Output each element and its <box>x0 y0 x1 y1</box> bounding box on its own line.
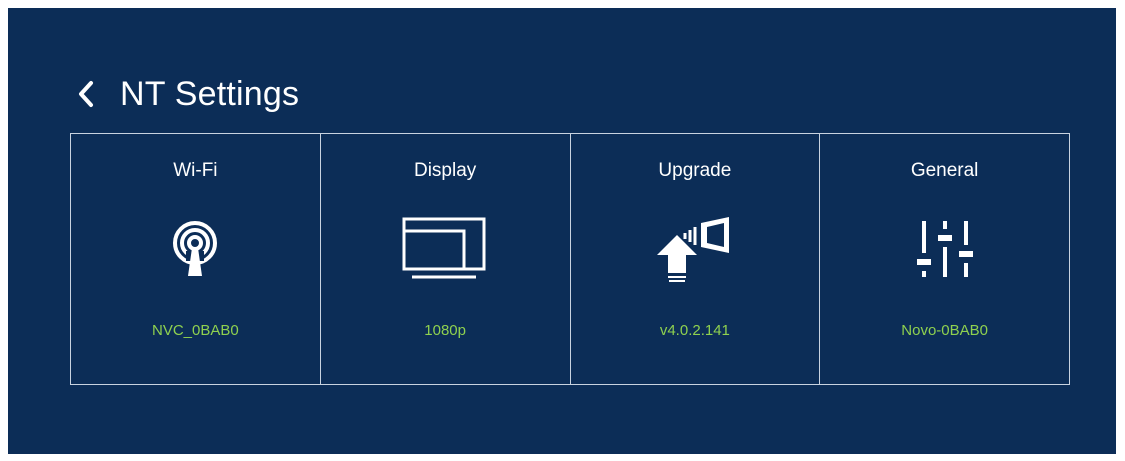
chevron-left-icon <box>79 81 93 107</box>
wifi-ssid-value: NVC_0BAB0 <box>152 322 239 339</box>
upgrade-icon <box>571 214 820 284</box>
settings-screen: NT Settings Wi-Fi NVC_0BAB0 Display 1080… <box>8 8 1116 454</box>
general-card[interactable]: General Novo-0BAB0 <box>819 134 1069 384</box>
settings-cards: Wi-Fi NVC_0BAB0 Display 1080p Upgrade v4… <box>70 133 1070 385</box>
upgrade-card-label: Upgrade <box>658 160 732 181</box>
display-card-label: Display <box>413 160 477 181</box>
device-name-value: Novo-0BAB0 <box>901 322 988 339</box>
display-card[interactable]: Display 1080p <box>319 134 570 384</box>
firmware-version-value: v4.0.2.141 <box>659 322 730 339</box>
display-icon <box>321 214 570 284</box>
back-button[interactable] <box>76 72 112 116</box>
page-title: NT Settings <box>120 74 300 113</box>
header: NT Settings <box>76 70 299 118</box>
wifi-card-label: Wi-Fi <box>173 160 218 181</box>
wifi-antenna-icon <box>71 214 320 284</box>
general-card-label: General <box>910 160 979 181</box>
wifi-card[interactable]: Wi-Fi NVC_0BAB0 <box>71 134 320 384</box>
sliders-icon <box>820 214 1069 284</box>
upgrade-card[interactable]: Upgrade v4.0.2.141 <box>569 134 820 384</box>
display-resolution-value: 1080p <box>424 322 466 339</box>
